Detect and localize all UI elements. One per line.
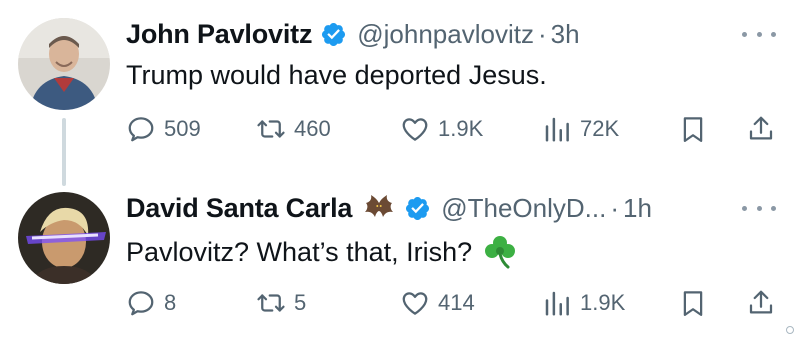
like-button[interactable]: 414 (400, 286, 475, 320)
tweet[interactable]: David Santa Carla @TheOnlyD... · 1h Pavl… (0, 180, 800, 342)
tweet-header: John Pavlovitz @johnpavlovitz · 3h (126, 16, 580, 52)
repost-count: 5 (294, 290, 307, 315)
author-handle[interactable]: @johnpavlovitz (357, 19, 534, 50)
share-icon (746, 288, 776, 318)
views-icon (542, 114, 572, 144)
reply-thread: John Pavlovitz @johnpavlovitz · 3h Trump… (0, 0, 800, 342)
reply-count: 8 (164, 290, 177, 315)
views-button[interactable]: 72K (542, 112, 619, 146)
reply-button[interactable]: 8 (126, 286, 176, 320)
shamrock-emoji-icon (482, 234, 518, 270)
verified-icon (404, 195, 431, 222)
like-count: 414 (438, 290, 475, 315)
action-bar: 8 5 414 1.9K (126, 286, 780, 320)
avatar[interactable] (18, 18, 110, 110)
action-bar: 509 460 1.9K 72K (126, 112, 780, 146)
repost-icon (256, 114, 286, 144)
separator-dot: · (610, 192, 619, 223)
separator-dot: · (537, 18, 547, 49)
avatar[interactable] (18, 192, 110, 284)
verified-icon (320, 21, 347, 48)
more-icon[interactable] (742, 198, 776, 218)
share-icon (746, 114, 776, 144)
timestamp[interactable]: 3h (551, 19, 580, 50)
views-button[interactable]: 1.9K (542, 286, 625, 320)
share-button[interactable] (746, 286, 776, 320)
reply-icon (126, 288, 156, 318)
corner-indicator (786, 326, 794, 334)
tweet-text-content: Pavlovitz? What’s that, Irish? (126, 236, 473, 267)
share-button[interactable] (746, 112, 776, 146)
bookmark-button[interactable] (678, 112, 708, 146)
tweet-header: David Santa Carla @TheOnlyD... · 1h (126, 190, 652, 226)
reply-icon (126, 114, 156, 144)
bookmark-button[interactable] (678, 286, 708, 320)
repost-button[interactable]: 460 (256, 112, 331, 146)
like-button[interactable]: 1.9K (400, 112, 483, 146)
tweet-text-content: Trump would have deported Jesus. (126, 60, 547, 90)
views-count: 72K (580, 116, 620, 141)
reply-button[interactable]: 509 (126, 112, 201, 146)
thread-connector-line (62, 118, 66, 186)
views-icon (542, 288, 572, 318)
more-icon[interactable] (742, 24, 776, 44)
author-name[interactable]: David Santa Carla (126, 193, 352, 224)
author-name[interactable]: John Pavlovitz (126, 19, 312, 50)
bookmark-icon (678, 114, 708, 144)
repost-icon (256, 288, 286, 318)
views-count: 1.9K (580, 290, 626, 315)
reply-count: 509 (164, 116, 201, 141)
tweet[interactable]: John Pavlovitz @johnpavlovitz · 3h Trump… (0, 0, 800, 186)
repost-button[interactable]: 5 (256, 286, 306, 320)
author-handle[interactable]: @TheOnlyD... (441, 193, 606, 224)
like-icon (400, 288, 430, 318)
like-icon (400, 114, 430, 144)
timestamp[interactable]: 1h (623, 193, 652, 224)
like-count: 1.9K (438, 116, 484, 141)
bookmark-icon (678, 288, 708, 318)
tweet-text: Trump would have deported Jesus. (126, 60, 547, 91)
repost-count: 460 (294, 116, 331, 141)
tweet-text: Pavlovitz? What’s that, Irish? (126, 234, 518, 270)
bat-emoji-icon (362, 193, 396, 223)
